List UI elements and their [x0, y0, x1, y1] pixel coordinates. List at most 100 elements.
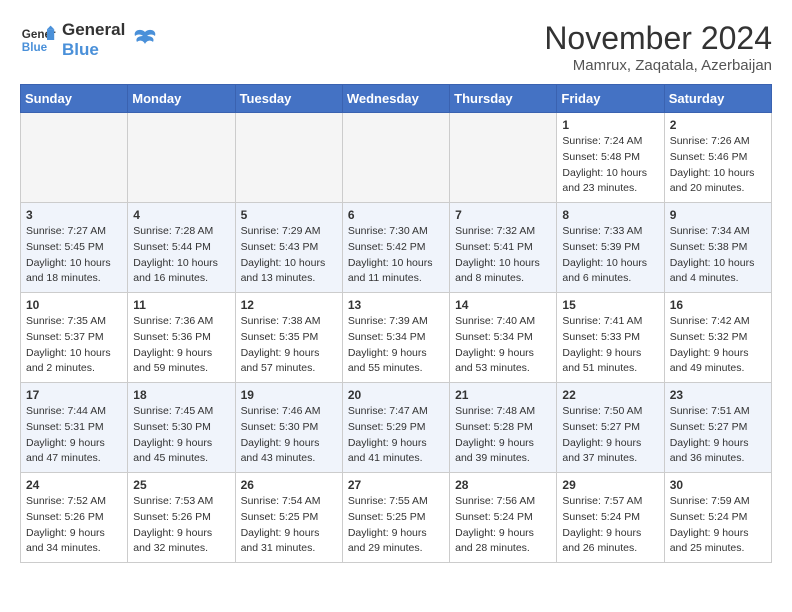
- sunset-label: Sunset:: [455, 511, 494, 523]
- calendar-day-cell: 16 Sunrise: 7:42 AM Sunset: 5:32 PM Dayl…: [664, 293, 771, 383]
- day-info: Sunrise: 7:48 AM Sunset: 5:28 PM Dayligh…: [455, 404, 551, 467]
- calendar-day-header: Sunday: [21, 85, 128, 113]
- sunset-value: 5:41 PM: [494, 241, 533, 253]
- day-info: Sunrise: 7:51 AM Sunset: 5:27 PM Dayligh…: [670, 404, 766, 467]
- day-info: Sunrise: 7:59 AM Sunset: 5:24 PM Dayligh…: [670, 494, 766, 557]
- day-number: 1: [562, 118, 658, 132]
- calendar-day-cell: 15 Sunrise: 7:41 AM Sunset: 5:33 PM Dayl…: [557, 293, 664, 383]
- sunrise-label: Sunrise:: [562, 225, 603, 237]
- sunrise-value: 7:28 AM: [175, 225, 214, 237]
- sunset-label: Sunset:: [562, 151, 601, 163]
- calendar-day-cell: 25 Sunrise: 7:53 AM Sunset: 5:26 PM Dayl…: [128, 473, 235, 563]
- calendar-day-cell: 21 Sunrise: 7:48 AM Sunset: 5:28 PM Dayl…: [450, 383, 557, 473]
- sunrise-label: Sunrise:: [562, 495, 603, 507]
- sunset-label: Sunset:: [26, 241, 65, 253]
- daylight-label: Daylight: 10 hours and 4 minutes.: [670, 257, 755, 285]
- daylight-label: Daylight: 10 hours and 23 minutes.: [562, 167, 647, 195]
- sunrise-value: 7:27 AM: [67, 225, 106, 237]
- day-number: 21: [455, 388, 551, 402]
- sunrise-value: 7:46 AM: [282, 405, 321, 417]
- day-number: 20: [348, 388, 444, 402]
- sunset-label: Sunset:: [455, 331, 494, 343]
- calendar-day-cell: 2 Sunrise: 7:26 AM Sunset: 5:46 PM Dayli…: [664, 113, 771, 203]
- daylight-label: Daylight: 9 hours and 47 minutes.: [26, 437, 105, 465]
- day-number: 25: [133, 478, 229, 492]
- day-info: Sunrise: 7:53 AM Sunset: 5:26 PM Dayligh…: [133, 494, 229, 557]
- daylight-label: Daylight: 9 hours and 41 minutes.: [348, 437, 427, 465]
- sunrise-value: 7:51 AM: [711, 405, 750, 417]
- sunrise-label: Sunrise:: [562, 315, 603, 327]
- sunrise-label: Sunrise:: [133, 495, 174, 507]
- day-info: Sunrise: 7:39 AM Sunset: 5:34 PM Dayligh…: [348, 314, 444, 377]
- daylight-label: Daylight: 9 hours and 34 minutes.: [26, 527, 105, 555]
- sunset-label: Sunset:: [562, 421, 601, 433]
- sunset-label: Sunset:: [26, 511, 65, 523]
- sunset-value: 5:48 PM: [601, 151, 640, 163]
- calendar-day-cell: 3 Sunrise: 7:27 AM Sunset: 5:45 PM Dayli…: [21, 203, 128, 293]
- sunset-label: Sunset:: [562, 511, 601, 523]
- sunset-label: Sunset:: [348, 331, 387, 343]
- day-number: 2: [670, 118, 766, 132]
- calendar-day-cell: 18 Sunrise: 7:45 AM Sunset: 5:30 PM Dayl…: [128, 383, 235, 473]
- sunrise-value: 7:32 AM: [497, 225, 536, 237]
- daylight-label: Daylight: 9 hours and 37 minutes.: [562, 437, 641, 465]
- calendar-day-cell: 30 Sunrise: 7:59 AM Sunset: 5:24 PM Dayl…: [664, 473, 771, 563]
- sunrise-value: 7:45 AM: [175, 405, 214, 417]
- sunset-value: 5:42 PM: [386, 241, 425, 253]
- sunset-value: 5:31 PM: [65, 421, 104, 433]
- daylight-label: Daylight: 9 hours and 57 minutes.: [241, 347, 320, 375]
- sunset-value: 5:33 PM: [601, 331, 640, 343]
- sunrise-value: 7:57 AM: [604, 495, 643, 507]
- sunrise-value: 7:29 AM: [282, 225, 321, 237]
- day-number: 15: [562, 298, 658, 312]
- day-number: 8: [562, 208, 658, 222]
- day-info: Sunrise: 7:55 AM Sunset: 5:25 PM Dayligh…: [348, 494, 444, 557]
- day-info: Sunrise: 7:24 AM Sunset: 5:48 PM Dayligh…: [562, 134, 658, 197]
- calendar-day-cell: 26 Sunrise: 7:54 AM Sunset: 5:25 PM Dayl…: [235, 473, 342, 563]
- sunset-label: Sunset:: [348, 421, 387, 433]
- day-info: Sunrise: 7:34 AM Sunset: 5:38 PM Dayligh…: [670, 224, 766, 287]
- sunset-value: 5:24 PM: [601, 511, 640, 523]
- sunrise-value: 7:53 AM: [175, 495, 214, 507]
- sunrise-label: Sunrise:: [26, 495, 67, 507]
- day-info: Sunrise: 7:36 AM Sunset: 5:36 PM Dayligh…: [133, 314, 229, 377]
- logo-bird-icon: [131, 26, 159, 54]
- daylight-label: Daylight: 9 hours and 39 minutes.: [455, 437, 534, 465]
- calendar-day-cell: [235, 113, 342, 203]
- day-number: 23: [670, 388, 766, 402]
- calendar-day-cell: 13 Sunrise: 7:39 AM Sunset: 5:34 PM Dayl…: [342, 293, 449, 383]
- sunset-value: 5:26 PM: [65, 511, 104, 523]
- calendar-day-cell: 6 Sunrise: 7:30 AM Sunset: 5:42 PM Dayli…: [342, 203, 449, 293]
- sunset-label: Sunset:: [670, 241, 709, 253]
- calendar-week-row: 17 Sunrise: 7:44 AM Sunset: 5:31 PM Dayl…: [21, 383, 772, 473]
- sunset-value: 5:35 PM: [279, 331, 318, 343]
- calendar-body: 1 Sunrise: 7:24 AM Sunset: 5:48 PM Dayli…: [21, 113, 772, 563]
- sunrise-label: Sunrise:: [133, 225, 174, 237]
- calendar-day-cell: 1 Sunrise: 7:24 AM Sunset: 5:48 PM Dayli…: [557, 113, 664, 203]
- sunrise-value: 7:50 AM: [604, 405, 643, 417]
- day-info: Sunrise: 7:45 AM Sunset: 5:30 PM Dayligh…: [133, 404, 229, 467]
- sunset-value: 5:43 PM: [279, 241, 318, 253]
- sunset-label: Sunset:: [348, 241, 387, 253]
- sunset-value: 5:39 PM: [601, 241, 640, 253]
- calendar-table: SundayMondayTuesdayWednesdayThursdayFrid…: [20, 84, 772, 563]
- day-info: Sunrise: 7:40 AM Sunset: 5:34 PM Dayligh…: [455, 314, 551, 377]
- day-info: Sunrise: 7:56 AM Sunset: 5:24 PM Dayligh…: [455, 494, 551, 557]
- sunrise-label: Sunrise:: [133, 405, 174, 417]
- daylight-label: Daylight: 9 hours and 55 minutes.: [348, 347, 427, 375]
- sunrise-label: Sunrise:: [455, 495, 496, 507]
- sunrise-value: 7:56 AM: [497, 495, 536, 507]
- daylight-label: Daylight: 10 hours and 8 minutes.: [455, 257, 540, 285]
- sunrise-label: Sunrise:: [670, 225, 711, 237]
- calendar-day-cell: [21, 113, 128, 203]
- sunrise-value: 7:55 AM: [389, 495, 428, 507]
- daylight-label: Daylight: 10 hours and 11 minutes.: [348, 257, 433, 285]
- daylight-label: Daylight: 10 hours and 20 minutes.: [670, 167, 755, 195]
- day-info: Sunrise: 7:52 AM Sunset: 5:26 PM Dayligh…: [26, 494, 122, 557]
- calendar-week-row: 10 Sunrise: 7:35 AM Sunset: 5:37 PM Dayl…: [21, 293, 772, 383]
- sunrise-label: Sunrise:: [348, 315, 389, 327]
- day-info: Sunrise: 7:27 AM Sunset: 5:45 PM Dayligh…: [26, 224, 122, 287]
- calendar-day-cell: 4 Sunrise: 7:28 AM Sunset: 5:44 PM Dayli…: [128, 203, 235, 293]
- calendar-day-header: Thursday: [450, 85, 557, 113]
- day-number: 19: [241, 388, 337, 402]
